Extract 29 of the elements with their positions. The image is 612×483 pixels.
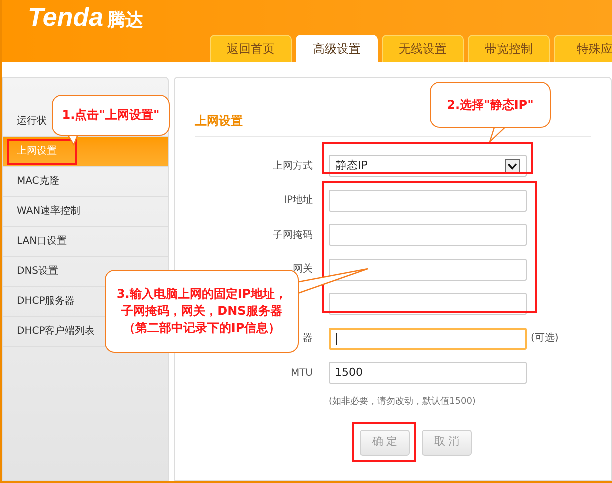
hint-text: (如非必要，请勿改动，默认值1500) <box>329 396 476 406</box>
optional-note: (可选) <box>531 332 559 346</box>
field-label: IP地址 <box>284 194 313 208</box>
sidebar-item[interactable]: WAN速率控制 <box>3 197 168 227</box>
nav-tab[interactable]: 无线设置 <box>382 35 464 62</box>
field-label: 上网方式 <box>273 160 313 174</box>
field-label: MTU <box>290 366 313 381</box>
input-field[interactable]: 1500 <box>329 362 527 384</box>
sidebar-item[interactable]: MAC克隆 <box>3 167 168 197</box>
highlight-frame <box>352 422 416 462</box>
highlight-frame <box>7 139 77 165</box>
field-label: 子网掩码 <box>273 228 313 243</box>
brand-logo: Tenda <box>28 4 104 30</box>
callout-text: 2.选择"静态IP" <box>447 96 534 114</box>
sidebar-item[interactable]: LAN口设置 <box>3 227 168 257</box>
input-field[interactable] <box>329 224 527 246</box>
callout-text: 1.点击"上网设置" <box>62 107 160 124</box>
nav-tab[interactable]: 带宽控制 <box>468 35 550 62</box>
section-title: 上网设置 <box>195 114 243 128</box>
input-field[interactable] <box>329 328 527 350</box>
nav-tab[interactable]: 高级设置 <box>296 35 378 62</box>
text-cursor <box>336 332 337 345</box>
brand-name: 腾达 <box>108 12 144 30</box>
field-label: 器 <box>303 332 313 346</box>
select-field[interactable]: 静态IP <box>329 155 527 178</box>
field-label: 网关 <box>293 262 313 278</box>
input-field[interactable] <box>329 190 527 212</box>
nav-tab[interactable]: 返回首页 <box>210 35 292 62</box>
chevron-down-icon <box>505 158 520 174</box>
